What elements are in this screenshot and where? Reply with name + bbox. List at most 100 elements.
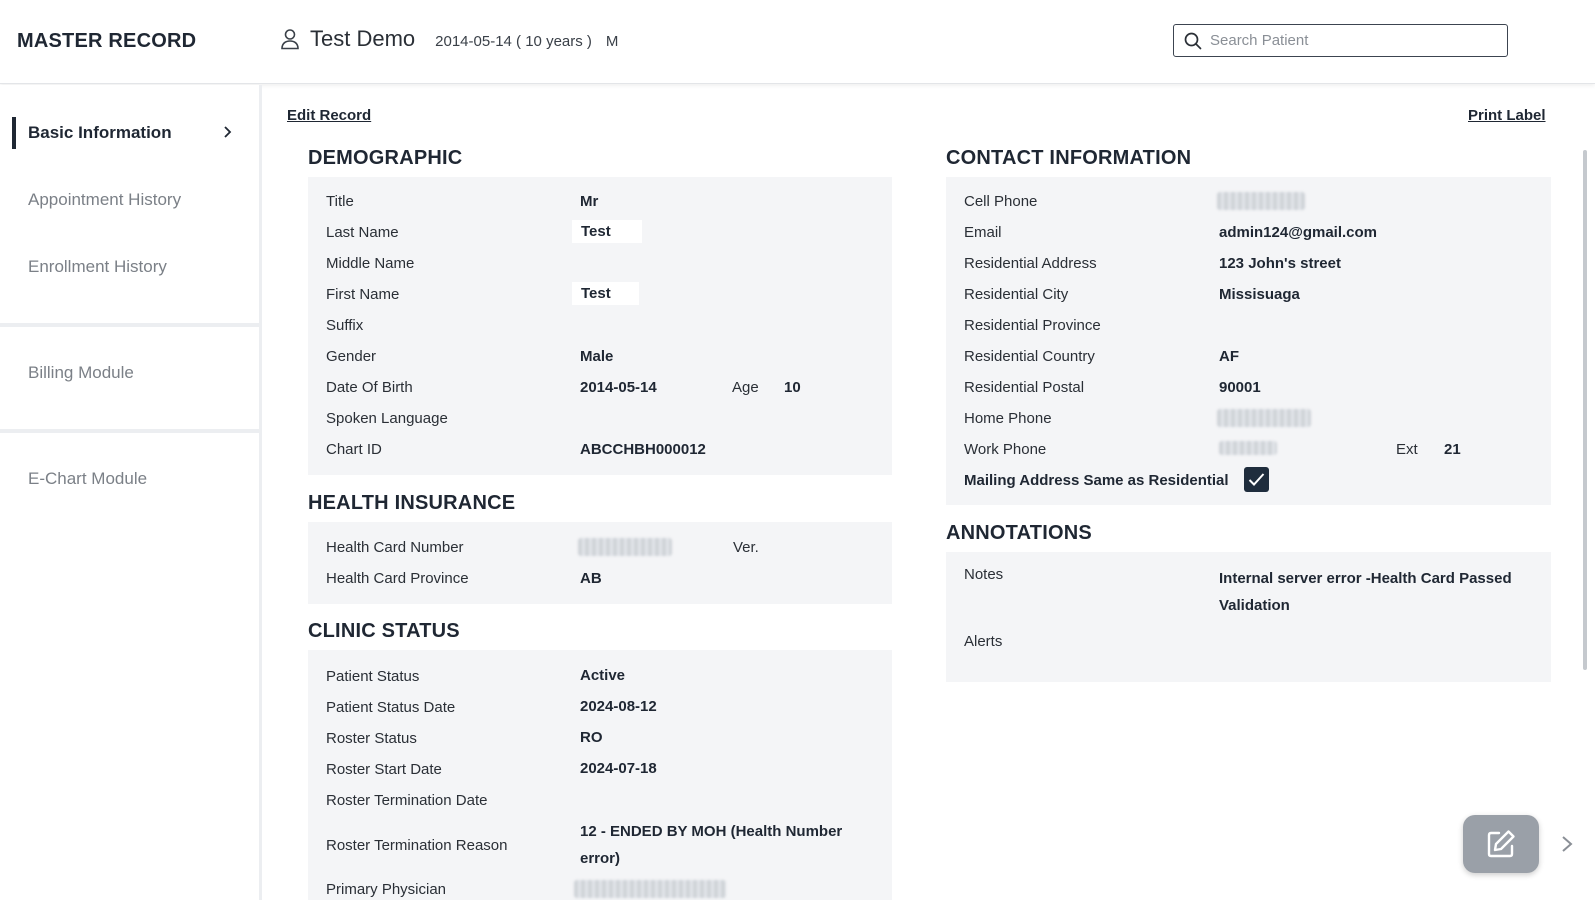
- dob-label: Date Of Birth: [326, 379, 413, 396]
- edit-floating-button[interactable]: [1463, 815, 1539, 873]
- residential-province-label: Residential Province: [964, 317, 1101, 334]
- roster-status-label: Roster Status: [326, 730, 417, 747]
- app-title: MASTER RECORD: [17, 30, 197, 52]
- search-input[interactable]: [1210, 32, 1490, 49]
- ext-value: 21: [1444, 441, 1461, 458]
- patient-status-label: Patient Status: [326, 668, 420, 685]
- middle-name-label: Middle Name: [326, 255, 415, 272]
- demographic-title: DEMOGRAPHIC: [308, 147, 463, 169]
- patient-name: Test Demo: [310, 26, 416, 51]
- sidebar-item-label: E-Chart Module: [28, 469, 148, 488]
- sidebar-item-label: Billing Module: [28, 363, 134, 382]
- sidebar-item-basic-information[interactable]: Basic Information: [0, 113, 259, 153]
- search-icon: [1184, 32, 1202, 49]
- roster-termination-reason-label: Roster Termination Reason: [326, 837, 508, 854]
- work-phone-label: Work Phone: [964, 441, 1047, 458]
- roster-termination-reason-line2: error): [580, 850, 621, 867]
- sidebar-item-label: Appointment History: [28, 190, 182, 209]
- demographic-card: Title Mr Last Name Test Middle Name Firs…: [308, 177, 892, 475]
- residential-address-label: Residential Address: [964, 255, 1097, 272]
- health-insurance-title: HEALTH INSURANCE: [308, 492, 516, 514]
- sidebar-item-label: Enrollment History: [28, 257, 167, 276]
- roster-start-date-value: 2024-07-18: [580, 760, 657, 777]
- edit-icon: [1487, 830, 1515, 858]
- gender-label: Gender: [326, 348, 377, 365]
- patient-dob: 2014-05-14 ( 10 years ): [435, 32, 592, 50]
- notes-value-line2: Validation: [1219, 597, 1290, 614]
- chart-id-label: Chart ID: [326, 441, 382, 458]
- scrollbar[interactable]: [1583, 150, 1587, 670]
- mailing-same-checkbox[interactable]: [1244, 467, 1269, 492]
- sidebar-divider: [0, 323, 259, 327]
- last-name-label: Last Name: [326, 224, 399, 241]
- cell-phone-redacted: [1217, 192, 1305, 210]
- age-label: Age: [732, 379, 759, 396]
- contact-information-title: CONTACT INFORMATION: [946, 147, 1192, 169]
- health-insurance-card: Health Card Number Ver. Health Card Prov…: [308, 522, 892, 604]
- patient-status-date-value: 2024-08-12: [580, 698, 657, 715]
- patient-status-value: Active: [580, 667, 626, 684]
- patient-header: Test Demo 2014-05-14 ( 10 years ) M: [280, 26, 618, 52]
- person-icon: [281, 29, 299, 50]
- primary-physician-label: Primary Physician: [326, 881, 447, 898]
- last-name-value: Test: [572, 220, 642, 243]
- sidebar-item-billing-module[interactable]: Billing Module: [0, 353, 259, 393]
- residential-country-value: AF: [1219, 348, 1239, 365]
- alerts-label: Alerts: [964, 633, 1003, 650]
- home-phone-label: Home Phone: [964, 410, 1052, 427]
- clinic-status-card: Patient Status Active Patient Status Dat…: [308, 650, 892, 900]
- roster-termination-reason-line1: 12 - ENDED BY MOH (Health Number: [580, 823, 843, 840]
- patient-status-date-label: Patient Status Date: [326, 699, 456, 716]
- annotations-title: ANNOTATIONS: [946, 522, 1092, 544]
- title-value: Mr: [580, 193, 599, 210]
- residential-city-label: Residential City: [964, 286, 1069, 303]
- residential-postal-value: 90001: [1219, 379, 1261, 396]
- gender-value: Male: [580, 348, 614, 365]
- roster-start-date-label: Roster Start Date: [326, 761, 442, 778]
- home-phone-redacted: [1217, 409, 1311, 427]
- notes-value-line1: Internal server error -Health Card Passe…: [1219, 570, 1512, 587]
- notes-label: Notes: [964, 566, 1004, 583]
- primary-physician-redacted: [574, 880, 726, 898]
- print-label-link[interactable]: Print Label: [1468, 107, 1546, 124]
- age-value: 10: [784, 379, 801, 396]
- ext-label: Ext: [1396, 441, 1418, 458]
- spoken-language-label: Spoken Language: [326, 410, 448, 427]
- health-card-number-redacted: [578, 538, 672, 556]
- email-value: admin124@gmail.com: [1219, 224, 1378, 241]
- check-icon: [1248, 473, 1265, 486]
- chevron-right-icon: [224, 126, 232, 138]
- chevron-right-icon[interactable]: [1560, 834, 1574, 854]
- email-label: Email: [964, 224, 1002, 241]
- suffix-label: Suffix: [326, 317, 364, 334]
- residential-address-value: 123 John's street: [1219, 255, 1341, 272]
- chart-id-value: ABCCHBH000012: [580, 441, 706, 458]
- top-bar: MASTER RECORD Test Demo 2014-05-14 ( 10 …: [0, 0, 1595, 84]
- clinic-status-title: CLINIC STATUS: [308, 620, 460, 642]
- dob-value: 2014-05-14: [580, 379, 657, 396]
- health-card-province-label: Health Card Province: [326, 570, 469, 587]
- title-label: Title: [326, 193, 354, 210]
- sidebar-item-e-chart-module[interactable]: E-Chart Module: [0, 459, 259, 499]
- sidebar: Basic Information Appointment History En…: [0, 85, 262, 900]
- mailing-same-label: Mailing Address Same as Residential: [964, 472, 1229, 489]
- annotations-card: Notes Internal server error -Health Card…: [946, 552, 1551, 682]
- sidebar-item-appointment-history[interactable]: Appointment History: [0, 180, 259, 220]
- contact-information-card: Cell Phone Email admin124@gmail.com Resi…: [946, 177, 1551, 505]
- health-card-number-label: Health Card Number: [326, 539, 464, 556]
- search-box[interactable]: [1173, 24, 1508, 57]
- first-name-label: First Name: [326, 286, 400, 303]
- residential-postal-label: Residential Postal: [964, 379, 1085, 396]
- residential-city-value: Missisuaga: [1219, 286, 1300, 303]
- roster-status-value: RO: [580, 729, 603, 746]
- health-card-province-value: AB: [580, 570, 602, 587]
- sidebar-item-enrollment-history[interactable]: Enrollment History: [0, 247, 259, 287]
- patient-sex: M: [605, 32, 619, 50]
- sidebar-divider: [0, 429, 259, 433]
- cell-phone-label: Cell Phone: [964, 193, 1038, 210]
- residential-country-label: Residential Country: [964, 348, 1095, 365]
- first-name-value: Test: [572, 282, 639, 305]
- work-phone-redacted: [1219, 441, 1277, 455]
- edit-record-link[interactable]: Edit Record: [287, 107, 371, 124]
- main-content: Edit Record Print Label DEMOGRAPHIC Titl…: [262, 85, 1595, 900]
